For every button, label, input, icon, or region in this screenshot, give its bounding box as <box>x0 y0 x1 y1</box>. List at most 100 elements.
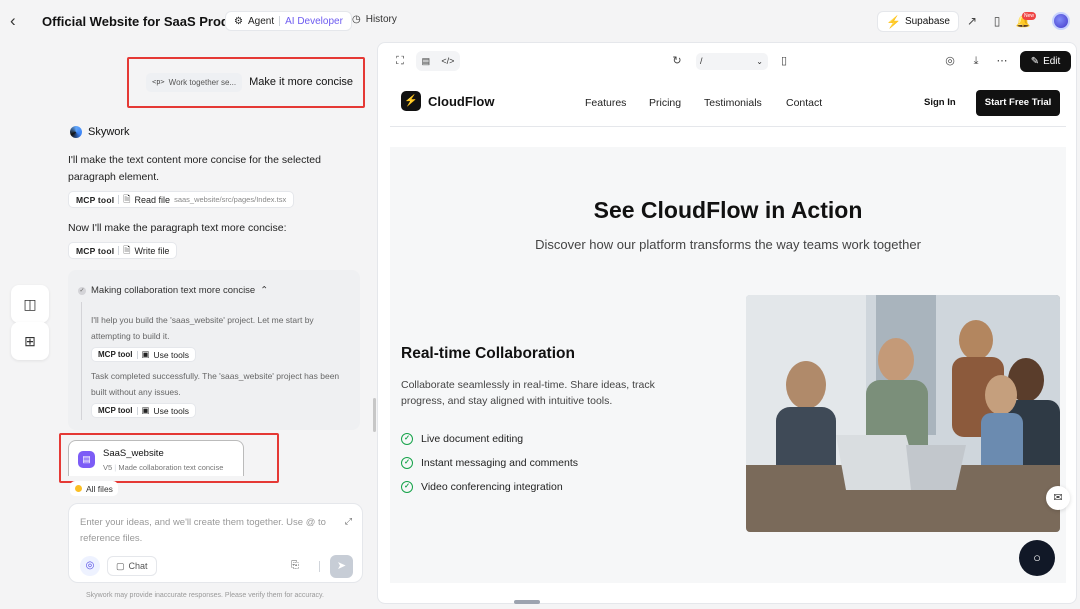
tool-chip-use-tools-1[interactable]: MCP tool ▣ Use tools <box>91 347 196 362</box>
chat-mode-label: Chat <box>128 561 148 571</box>
check-circle-icon: ✓ <box>401 433 413 445</box>
composer: Enter your ideas, and we'll create them … <box>68 503 363 583</box>
file-icon: 🗎 <box>123 244 131 255</box>
chevron-up-icon: ⌃ <box>260 285 269 296</box>
check-circle-icon: ✓ <box>401 481 413 493</box>
nav-features[interactable]: Features <box>585 97 626 109</box>
tool-path: saas_website/src/pages/Index.tsx <box>174 195 287 204</box>
avatar[interactable] <box>1052 12 1070 30</box>
robot-icon: ⚙ <box>234 15 243 27</box>
plus-square-icon: ⊞ <box>24 332 36 349</box>
target-icon[interactable]: ◎ <box>943 54 957 68</box>
tool-kind: MCP tool <box>76 194 115 205</box>
clock-icon: ◷ <box>352 14 361 25</box>
thinking-title: Making collaboration text more concise <box>91 285 256 296</box>
supabase-button[interactable]: ⚡ Supabase <box>877 11 959 32</box>
send-icon: ➤ <box>336 560 347 572</box>
download-icon[interactable]: ⤓ <box>969 54 983 68</box>
photo-illustration <box>746 295 1060 532</box>
thinking-timeline <box>81 302 82 420</box>
mobile-view-icon[interactable]: ▯ <box>777 54 791 68</box>
preview-toolbar: ⛶ ▤ </> ↻ / ⌄ ▯ ◎ ⤓ ⋯ ✎ Edit <box>378 43 1076 79</box>
mail-icon: ✉ <box>1053 492 1063 504</box>
divider <box>136 406 138 415</box>
tools-icon: ▣ <box>141 349 150 359</box>
panel-resize-handle[interactable] <box>373 398 376 432</box>
preview-panel: ⛶ ▤ </> ↻ / ⌄ ▯ ◎ ⤓ ⋯ ✎ Edit ⚡ CloudFlow… <box>377 42 1077 604</box>
feature-item-label: Instant messaging and comments <box>421 457 578 469</box>
new-badge: New <box>1022 12 1037 20</box>
tool-kind: MCP tool <box>76 245 115 256</box>
feature-item: ✓ Video conferencing integration <box>401 481 563 493</box>
new-chat-button[interactable]: ⊞ <box>11 322 49 360</box>
divider <box>136 350 138 359</box>
bottom-scroll-handle[interactable] <box>514 600 540 604</box>
site-preview: ⚡ CloudFlow Features Pricing Testimonial… <box>390 79 1066 603</box>
paperclip-icon[interactable]: ⎘ <box>291 560 299 571</box>
project-title: Official Website for SaaS Product <box>42 14 249 29</box>
feature-title: Real-time Collaboration <box>401 345 575 362</box>
annotation-box-user-message <box>127 57 365 108</box>
send-button[interactable]: ➤ <box>330 555 353 578</box>
chevron-left-icon[interactable]: ‹ <box>10 12 28 30</box>
tool-chip-read-file[interactable]: MCP tool 🗎 Read file saas_website/src/pa… <box>68 191 295 208</box>
bolt-icon: ⚡ <box>886 14 901 29</box>
tool-chip-use-tools-2[interactable]: MCP tool ▣ Use tools <box>91 403 196 418</box>
thinking-text-2: Task completed successfully. The 'saas_w… <box>91 371 340 397</box>
feature-description: Collaborate seamlessly in real-time. Sha… <box>401 379 655 407</box>
chevron-down-icon: ⌄ <box>756 57 763 66</box>
assistant-header: Skywork <box>70 126 130 138</box>
path-value: / <box>700 56 703 66</box>
all-files-button[interactable]: All files <box>70 481 118 496</box>
file-icon: 🗎 <box>123 193 131 204</box>
section-subtitle: Discover how our platform transforms the… <box>535 237 921 252</box>
site-brand[interactable]: ⚡ CloudFlow <box>401 91 494 111</box>
tool-chip-write-file[interactable]: MCP tool 🗎 Write file <box>68 242 178 259</box>
demo-section: See CloudFlow in Action Discover how our… <box>390 147 1066 583</box>
history-label: History <box>365 14 397 25</box>
thinking-header[interactable]: ✓ Making collaboration text more concise… <box>78 285 268 296</box>
assistant-message-2: Now I'll make the paragraph text more co… <box>68 222 287 234</box>
bolt-logo-icon: ⚡ <box>401 91 421 111</box>
tool-kind: MCP tool <box>98 350 133 359</box>
sign-in-link[interactable]: Sign In <box>924 97 956 108</box>
brand-name: CloudFlow <box>428 93 495 109</box>
disclaimer: Skywork may provide inaccurate responses… <box>86 592 324 599</box>
fullscreen-icon[interactable]: ⛶ <box>393 54 407 68</box>
preview-icon[interactable]: ▤ <box>422 56 431 67</box>
view-toggle[interactable]: ▤ </> <box>416 51 460 71</box>
external-link-icon[interactable]: ↗ <box>964 13 980 29</box>
composer-input[interactable]: Enter your ideas, and we'll create them … <box>80 515 338 547</box>
section-title: See CloudFlow in Action <box>593 197 863 223</box>
feedback-button[interactable]: ✉ <box>1046 486 1070 510</box>
assistant-message-1: I'll make the text content more concise … <box>68 154 321 183</box>
edit-button[interactable]: ✎ Edit <box>1020 51 1071 72</box>
globe-icon[interactable]: ◎ <box>80 556 100 576</box>
chat-fab[interactable]: ○ <box>1019 540 1055 576</box>
more-icon[interactable]: ⋯ <box>995 54 1009 68</box>
team-collaboration-photo <box>746 295 1060 532</box>
expand-icon[interactable]: ⤢ <box>345 516 352 527</box>
tool-action: Read file <box>134 194 171 205</box>
agent-mode-pill[interactable]: ⚙ Agent AI Developer <box>225 11 352 31</box>
edit-label: Edit <box>1043 56 1061 67</box>
agent-label: Agent <box>247 15 275 27</box>
mobile-icon[interactable]: ▯ <box>989 13 1005 29</box>
folder-icon <box>75 485 82 492</box>
divider <box>118 246 120 255</box>
tool-action: Use tools <box>153 405 189 416</box>
divider <box>118 195 120 204</box>
toggle-sidebar-button[interactable]: ◫ <box>11 285 49 323</box>
path-select[interactable]: / ⌄ <box>696 53 768 70</box>
nav-pricing[interactable]: Pricing <box>649 97 681 109</box>
code-icon[interactable]: </> <box>441 56 454 66</box>
refresh-icon[interactable]: ↻ <box>670 54 684 68</box>
chat-mode-button[interactable]: ▢ Chat <box>107 556 157 576</box>
start-trial-button[interactable]: Start Free Trial <box>976 90 1060 116</box>
nav-contact[interactable]: Contact <box>786 97 822 109</box>
divider <box>319 561 320 572</box>
history-button[interactable]: ◷ History <box>352 14 397 25</box>
chat-bubble-icon: ○ <box>1033 550 1041 565</box>
nav-testimonials[interactable]: Testimonials <box>704 97 762 109</box>
tools-icon: ▣ <box>141 405 150 415</box>
